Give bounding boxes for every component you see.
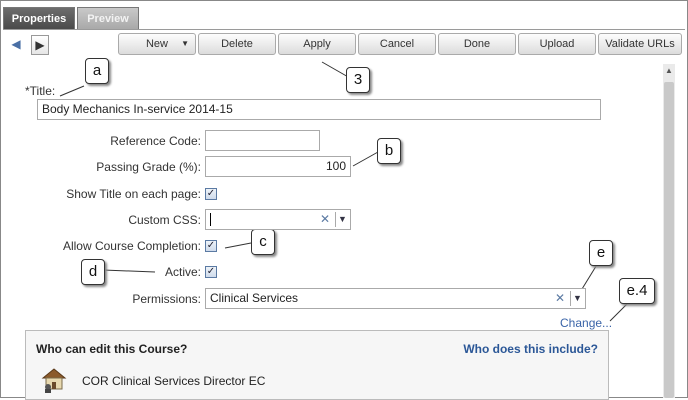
- permissions-label: Permissions:: [132, 292, 201, 306]
- show-title-checkbox[interactable]: ✓: [205, 188, 217, 200]
- tab-divider: [3, 29, 685, 30]
- who-can-edit-heading: Who can edit this Course?: [36, 342, 188, 356]
- reference-code-input[interactable]: [205, 130, 320, 151]
- callout-b: b: [377, 138, 401, 164]
- show-title-label: Show Title on each page:: [66, 187, 201, 201]
- arrow-left-icon[interactable]: ◀: [8, 35, 24, 53]
- text-cursor: [210, 213, 211, 226]
- new-button[interactable]: New ▼: [118, 33, 196, 55]
- done-button[interactable]: Done: [438, 33, 516, 55]
- custom-css-combo[interactable]: ✕ ▼: [205, 209, 351, 230]
- active-label: Active:: [164, 265, 201, 279]
- scroll-up-icon[interactable]: ▲: [663, 64, 675, 78]
- delete-button[interactable]: Delete: [198, 33, 276, 55]
- callout-e: e: [589, 240, 613, 266]
- permissions-value: Clinical Services: [210, 291, 299, 305]
- validate-urls-button[interactable]: Validate URLs: [598, 33, 682, 55]
- clear-x-icon[interactable]: ✕: [554, 292, 566, 305]
- group-house-icon: [41, 368, 67, 393]
- new-button-label: New: [145, 38, 168, 50]
- who-list-item: COR Clinical Services Director EC: [82, 374, 266, 388]
- chevron-down-icon[interactable]: ▼: [335, 212, 349, 227]
- callout-a: a: [85, 58, 109, 84]
- callout-c: c: [251, 229, 275, 255]
- callout-d: d: [81, 259, 105, 285]
- chevron-down-icon[interactable]: ▼: [570, 291, 584, 306]
- tab-properties[interactable]: Properties: [3, 7, 75, 29]
- title-input[interactable]: Body Mechanics In-service 2014-15: [37, 99, 601, 120]
- upload-button[interactable]: Upload: [518, 33, 596, 55]
- reference-code-label: Reference Code:: [110, 134, 201, 148]
- scrollbar-thumb[interactable]: [664, 82, 674, 398]
- allow-completion-checkbox[interactable]: ✓: [205, 240, 217, 252]
- arrow-right-icon[interactable]: ▶: [31, 35, 49, 55]
- custom-css-label: Custom CSS:: [128, 213, 201, 227]
- caret-down-icon: ▼: [181, 39, 189, 48]
- passing-grade-input[interactable]: 100: [205, 156, 351, 177]
- apply-button[interactable]: Apply: [278, 33, 356, 55]
- tab-preview[interactable]: Preview: [77, 7, 139, 29]
- permissions-combo[interactable]: Clinical Services ✕ ▼: [205, 288, 586, 309]
- active-checkbox[interactable]: ✓: [205, 266, 217, 278]
- cancel-button[interactable]: Cancel: [358, 33, 436, 55]
- who-can-edit-panel: Who can edit this Course? Who does this …: [25, 330, 609, 400]
- change-permissions-link[interactable]: Change...: [560, 316, 612, 330]
- title-label: *Title:: [25, 84, 56, 98]
- callout-e4: e.4: [619, 278, 655, 304]
- passing-grade-label: Passing Grade (%):: [96, 160, 201, 174]
- allow-completion-label: Allow Course Completion:: [62, 239, 201, 253]
- clear-x-icon[interactable]: ✕: [319, 213, 331, 226]
- who-does-this-include-link[interactable]: Who does this include?: [463, 342, 598, 356]
- callout-3: 3: [346, 67, 370, 93]
